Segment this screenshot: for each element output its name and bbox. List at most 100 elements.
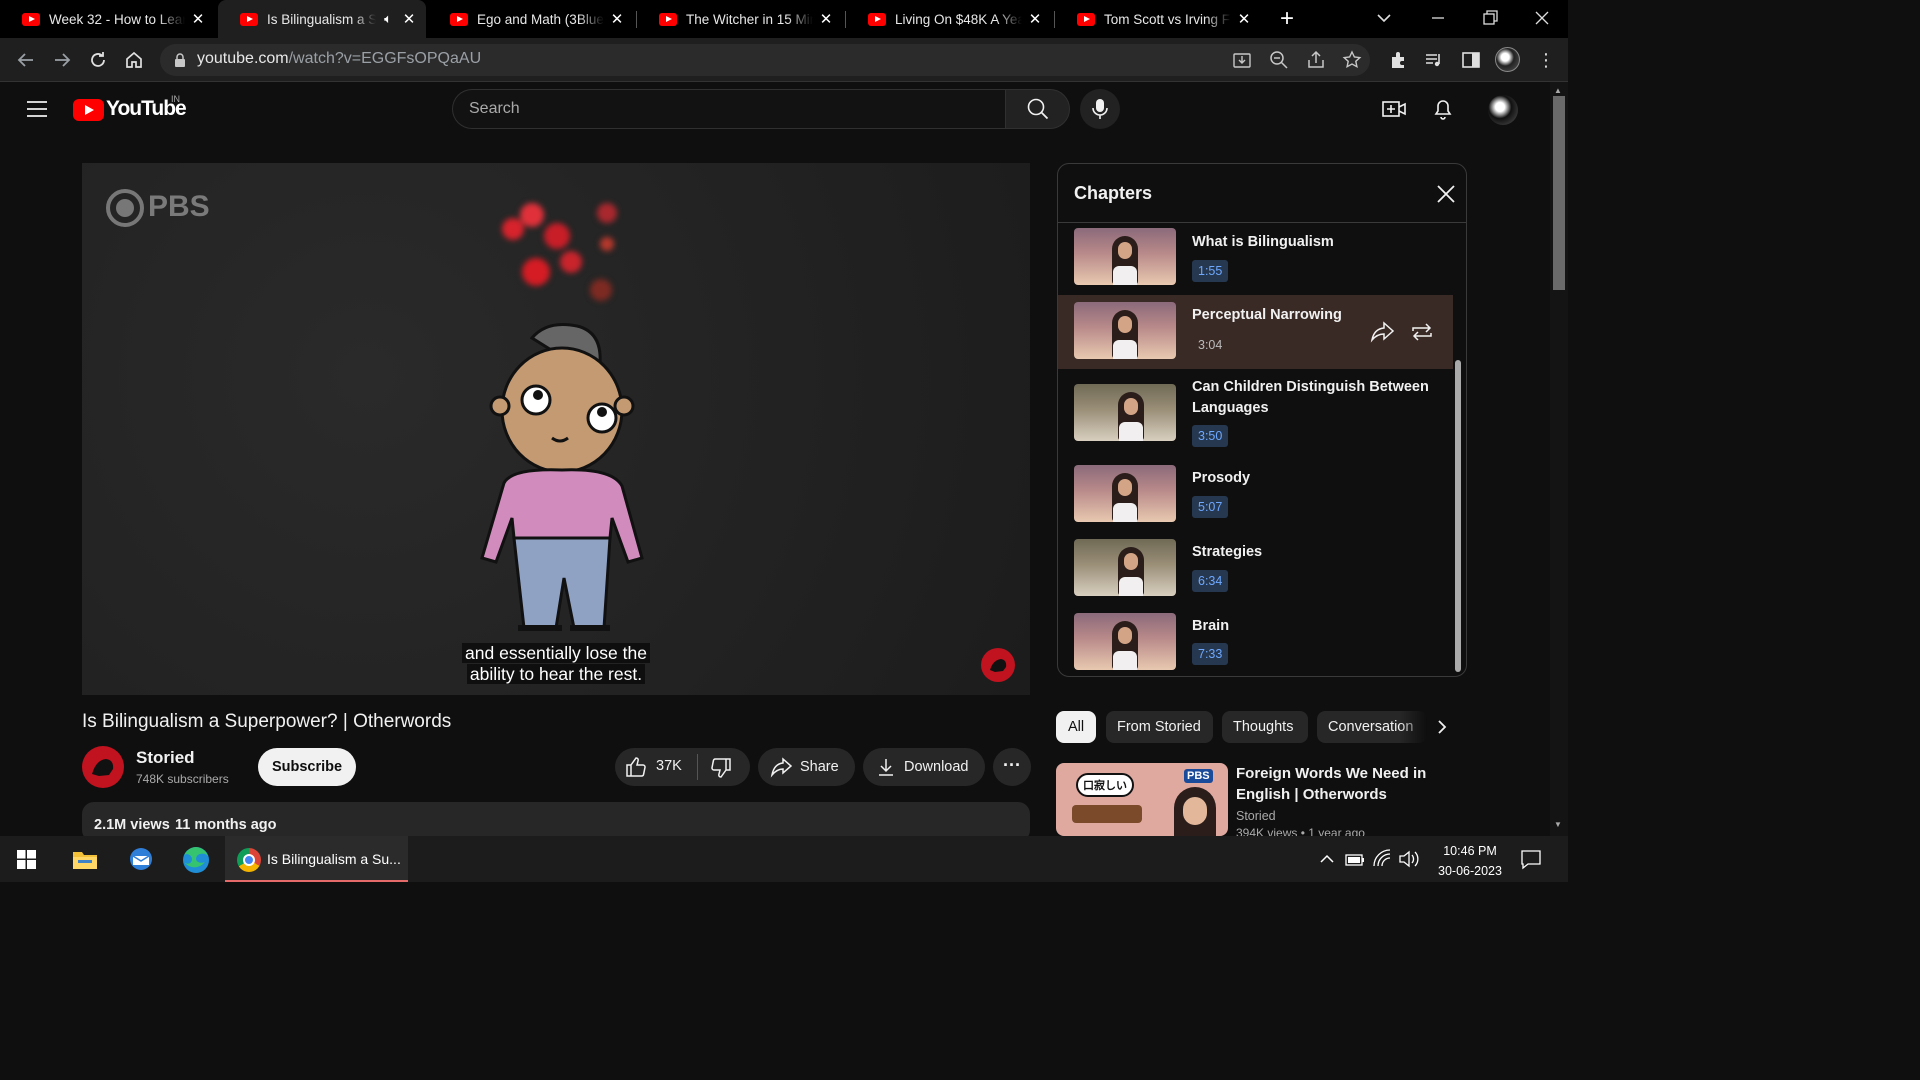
video-player[interactable]: PBS: [82, 163, 1030, 695]
volume-icon[interactable]: [1398, 849, 1420, 869]
voice-search-button[interactable]: [1080, 89, 1120, 129]
install-app-icon[interactable]: [1231, 49, 1253, 71]
chapter-timestamp[interactable]: 7:33: [1192, 643, 1229, 665]
browser-tab[interactable]: Ego and Math (3Blue1Brown) ✕: [428, 0, 634, 38]
battery-icon[interactable]: [1344, 850, 1366, 868]
chip-thoughts[interactable]: Thoughts: [1222, 711, 1308, 743]
browser-tab[interactable]: The Witcher in 15 Minutes ✕: [637, 0, 843, 38]
restore-icon[interactable]: [1480, 8, 1500, 28]
minimize-icon[interactable]: [1428, 8, 1448, 28]
recommended-thumbnail[interactable]: 口寂しい PBS: [1056, 763, 1228, 836]
browser-tab[interactable]: Tom Scott vs Irving Finkel ✕: [1055, 0, 1261, 38]
scroll-up-arrow-icon[interactable]: ▲: [1554, 86, 1562, 95]
chapter-timestamp[interactable]: 5:07: [1192, 496, 1229, 518]
url-text[interactable]: youtube.com/watch?v=EGGFsOPQaAU: [197, 50, 481, 68]
download-label: Download: [904, 759, 969, 775]
chapter-thumbnail: [1074, 228, 1176, 285]
chapters-scrollbar[interactable]: [1455, 360, 1461, 672]
chapter-item[interactable]: Can Children Distinguish Between Languag…: [1058, 375, 1453, 465]
search-button[interactable]: [1005, 89, 1070, 129]
close-tab-icon[interactable]: ✕: [817, 10, 835, 28]
edge-browser-icon[interactable]: [182, 846, 210, 874]
recommended-channel[interactable]: Storied: [1236, 809, 1276, 823]
dislike-icon[interactable]: [709, 757, 733, 779]
file-explorer-icon[interactable]: [72, 848, 98, 870]
chapter-timestamp[interactable]: 6:34: [1192, 570, 1229, 592]
extensions-icon[interactable]: [1387, 49, 1409, 71]
region-code: IN: [171, 94, 180, 104]
share-chapter-icon[interactable]: [1369, 320, 1395, 344]
chip-conversation[interactable]: Conversation: [1317, 711, 1427, 743]
browser-tab[interactable]: Living On $48K A Year ✕: [846, 0, 1052, 38]
channel-avatar[interactable]: [82, 746, 124, 788]
close-window-icon[interactable]: [1532, 8, 1552, 28]
create-video-icon[interactable]: [1381, 97, 1407, 121]
account-avatar[interactable]: [1488, 95, 1518, 125]
chapter-item[interactable]: What is Bilingualism 1:55: [1058, 223, 1453, 297]
profile-avatar[interactable]: [1495, 47, 1520, 72]
hamburger-menu-icon[interactable]: [26, 99, 48, 119]
close-tab-icon[interactable]: ✕: [608, 10, 626, 28]
new-tab-icon[interactable]: +: [1276, 6, 1298, 32]
close-tab-icon[interactable]: ✕: [1026, 10, 1044, 28]
red-thought-bubble: [502, 203, 642, 313]
close-tab-icon[interactable]: ✕: [400, 10, 418, 28]
video-title: Is Bilingualism a Superpower? | Otherwor…: [82, 711, 452, 732]
chapter-timestamp[interactable]: 3:50: [1192, 425, 1229, 447]
search-input[interactable]: Search: [452, 89, 1005, 129]
like-count[interactable]: 37K: [656, 758, 682, 774]
chapter-timestamp[interactable]: 3:04: [1192, 334, 1228, 356]
chip-all[interactable]: All: [1056, 711, 1096, 743]
close-chapters-icon[interactable]: [1434, 182, 1458, 206]
close-tab-icon[interactable]: ✕: [189, 10, 207, 28]
media-control-icon[interactable]: [1423, 49, 1445, 71]
zoom-icon[interactable]: [1268, 49, 1290, 71]
download-button[interactable]: Download: [863, 748, 985, 786]
video-caption: and essentially lose the ability to hear…: [458, 643, 654, 685]
windows-start-icon[interactable]: [17, 850, 36, 869]
like-icon[interactable]: [624, 756, 648, 778]
chapter-item-selected[interactable]: Perceptual Narrowing 3:04: [1058, 295, 1453, 369]
youtube-logo-icon[interactable]: [73, 99, 104, 121]
caption-line-1: and essentially lose the: [462, 643, 650, 663]
chapter-item[interactable]: Prosody 5:07: [1058, 463, 1453, 537]
loop-chapter-icon[interactable]: [1409, 320, 1435, 344]
side-panel-icon[interactable]: [1460, 49, 1482, 71]
notification-center-icon[interactable]: [1520, 848, 1542, 870]
chapter-timestamp[interactable]: 1:55: [1192, 260, 1229, 282]
system-clock[interactable]: 10:46 PM 30-06-2023: [1430, 841, 1510, 881]
browser-menu-icon[interactable]: ⋮: [1537, 49, 1555, 71]
chrome-icon: [237, 848, 261, 872]
taskbar-chrome-app[interactable]: Is Bilingualism a Su...: [225, 836, 408, 882]
storied-channel-watermark-icon[interactable]: [981, 648, 1015, 682]
wifi-icon[interactable]: [1372, 849, 1394, 869]
forward-icon[interactable]: [50, 48, 74, 72]
chips-next-chevron-icon[interactable]: [1430, 715, 1454, 739]
chapter-item[interactable]: Brain 7:33: [1058, 611, 1453, 676]
page-scrollbar[interactable]: ▲ ▼: [1550, 82, 1568, 836]
more-actions-icon[interactable]: ···: [993, 748, 1031, 786]
reload-icon[interactable]: [86, 48, 110, 72]
scroll-down-arrow-icon[interactable]: ▼: [1554, 820, 1562, 829]
tab-search-chevron-icon[interactable]: [1374, 8, 1394, 28]
chip-from-storied[interactable]: From Storied: [1106, 711, 1213, 743]
notifications-bell-icon[interactable]: [1431, 96, 1455, 122]
chapters-heading: Chapters: [1074, 183, 1153, 203]
subscribe-button[interactable]: Subscribe: [258, 748, 356, 786]
channel-name[interactable]: Storied: [136, 748, 195, 768]
scroll-thumb[interactable]: [1553, 96, 1565, 290]
close-tab-icon[interactable]: ✕: [1235, 10, 1253, 28]
outlook-mail-icon[interactable]: [128, 847, 154, 872]
bookmark-star-icon[interactable]: [1341, 49, 1363, 71]
back-icon[interactable]: [14, 48, 38, 72]
browser-tab-active[interactable]: Is Bilingualism a Superpower? | Otherwor…: [218, 0, 426, 38]
speaker-icon[interactable]: 🔈︎: [380, 11, 396, 27]
share-page-icon[interactable]: [1305, 49, 1327, 71]
show-hidden-icons-chevron-icon[interactable]: [1318, 850, 1336, 868]
chapter-item[interactable]: Strategies 6:34: [1058, 537, 1453, 611]
lock-icon[interactable]: [174, 53, 186, 67]
share-button[interactable]: Share: [758, 748, 855, 786]
recommended-title[interactable]: Foreign Words We Need in English | Other…: [1236, 763, 1446, 805]
browser-tab[interactable]: Week 32 - How to Learn ✕: [0, 0, 215, 38]
home-icon[interactable]: [122, 48, 146, 72]
